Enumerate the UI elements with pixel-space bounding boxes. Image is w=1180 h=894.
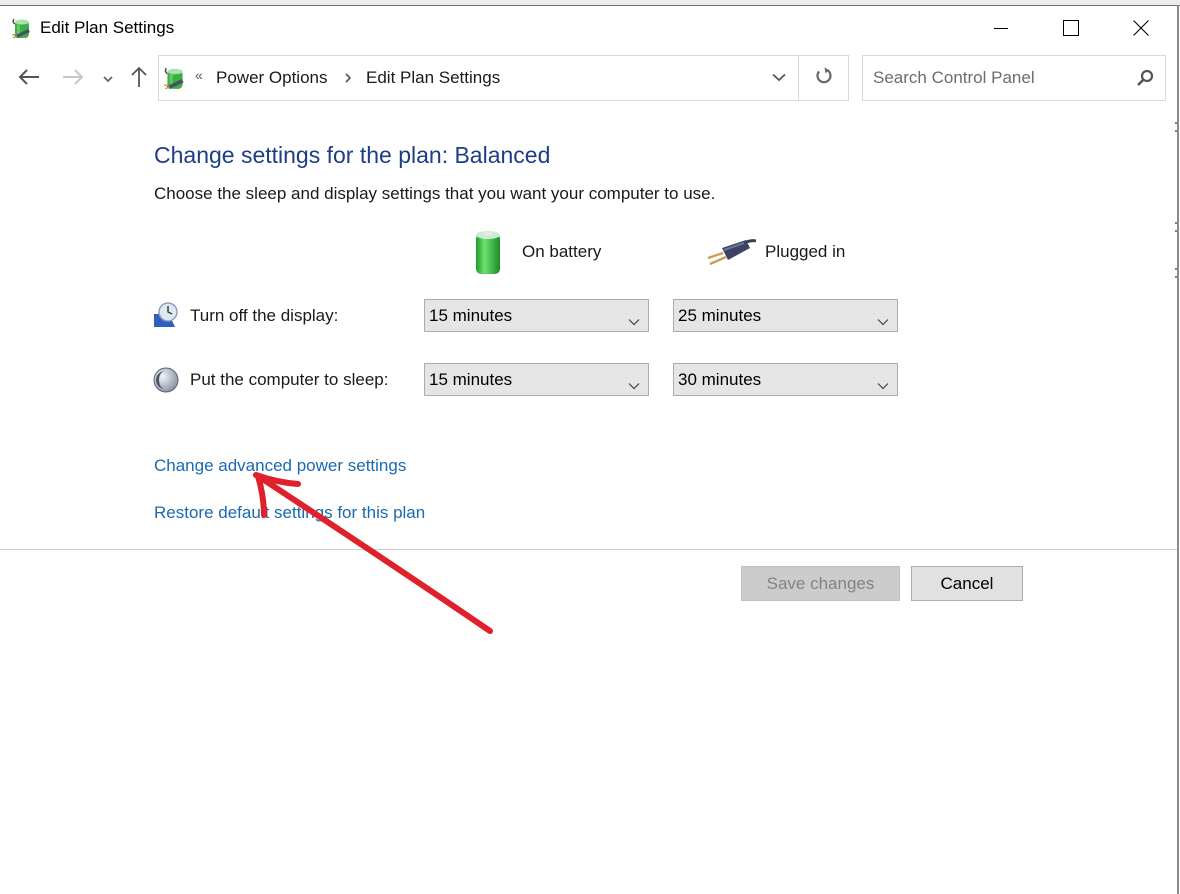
change-advanced-power-settings-link[interactable]: Change advanced power settings [154, 456, 406, 476]
chevron-down-icon [103, 70, 113, 88]
chevron-down-icon [877, 375, 889, 395]
restore-default-settings-link[interactable]: Restore default settings for this plan [154, 503, 425, 523]
breadcrumb-power-options[interactable]: Power Options [216, 68, 328, 88]
annotation-arrow-shaft [255, 473, 493, 634]
annotation-arrow-head-top [253, 472, 301, 487]
chevron-down-icon [628, 375, 640, 395]
back-button[interactable] [14, 64, 44, 94]
maximize-icon [1063, 20, 1079, 36]
recent-locations-button[interactable] [98, 64, 118, 94]
background-edge-mark [1175, 122, 1177, 132]
chevron-down-icon [628, 311, 640, 331]
forward-arrow-icon [62, 68, 84, 90]
title-bar[interactable]: Edit Plan Settings [0, 6, 1176, 50]
power-plug-icon [706, 238, 757, 271]
window-title: Edit Plan Settings [40, 18, 175, 37]
annotation-arrow [253, 472, 493, 634]
up-button[interactable] [124, 64, 154, 94]
address-overflow-icon[interactable]: « [195, 67, 203, 83]
display-clock-icon [153, 302, 179, 333]
background-edge-mark [1175, 222, 1177, 232]
display-on-battery-select[interactable]: 15 minutes [424, 299, 649, 332]
chevron-down-icon [772, 69, 786, 87]
close-icon [1133, 20, 1149, 36]
close-button[interactable] [1106, 6, 1176, 50]
column-header-plugged-in: Plugged in [765, 242, 846, 261]
cancel-button[interactable]: Cancel [911, 566, 1023, 601]
sleep-moon-icon [153, 367, 179, 398]
maximize-button[interactable] [1036, 6, 1106, 50]
address-bar[interactable]: « Power Options Edit Plan Settings [158, 55, 799, 101]
sleep-plugged-in-select[interactable]: 30 minutes [673, 363, 898, 396]
search-input[interactable] [873, 66, 1123, 90]
select-value: 15 minutes [429, 370, 513, 389]
up-arrow-icon [131, 66, 147, 93]
column-header-on-battery: On battery [522, 242, 602, 261]
address-history-dropdown[interactable] [759, 56, 799, 100]
refresh-icon [815, 67, 833, 90]
setting-label-sleep: Put the computer to sleep: [190, 370, 389, 389]
select-value: 15 minutes [429, 306, 513, 325]
page-description: Choose the sleep and display settings th… [154, 184, 716, 203]
background-edge-mark [1175, 268, 1177, 278]
back-arrow-icon [18, 68, 40, 90]
minimize-icon [994, 21, 1008, 35]
power-options-icon [10, 16, 34, 40]
select-value: 30 minutes [678, 370, 762, 389]
forward-button[interactable] [58, 64, 88, 94]
save-changes-button[interactable]: Save changes [741, 566, 900, 601]
setting-label-display: Turn off the display: [190, 306, 339, 325]
refresh-button[interactable] [799, 55, 849, 101]
display-plugged-in-select[interactable]: 25 minutes [673, 299, 898, 332]
battery-icon [472, 228, 504, 281]
chevron-down-icon [877, 311, 889, 331]
breadcrumb-edit-plan-settings[interactable]: Edit Plan Settings [366, 68, 500, 88]
sleep-on-battery-select[interactable]: 15 minutes [424, 363, 649, 396]
footer-divider [0, 549, 1177, 550]
select-value: 25 minutes [678, 306, 762, 325]
page-heading: Change settings for the plan: Balanced [154, 142, 551, 168]
window-right-border [1177, 5, 1179, 894]
minimize-button[interactable] [966, 6, 1036, 50]
search-box[interactable] [862, 55, 1166, 101]
breadcrumb-separator-icon[interactable] [344, 71, 352, 89]
search-icon[interactable] [1136, 69, 1154, 92]
power-options-icon [162, 65, 188, 91]
